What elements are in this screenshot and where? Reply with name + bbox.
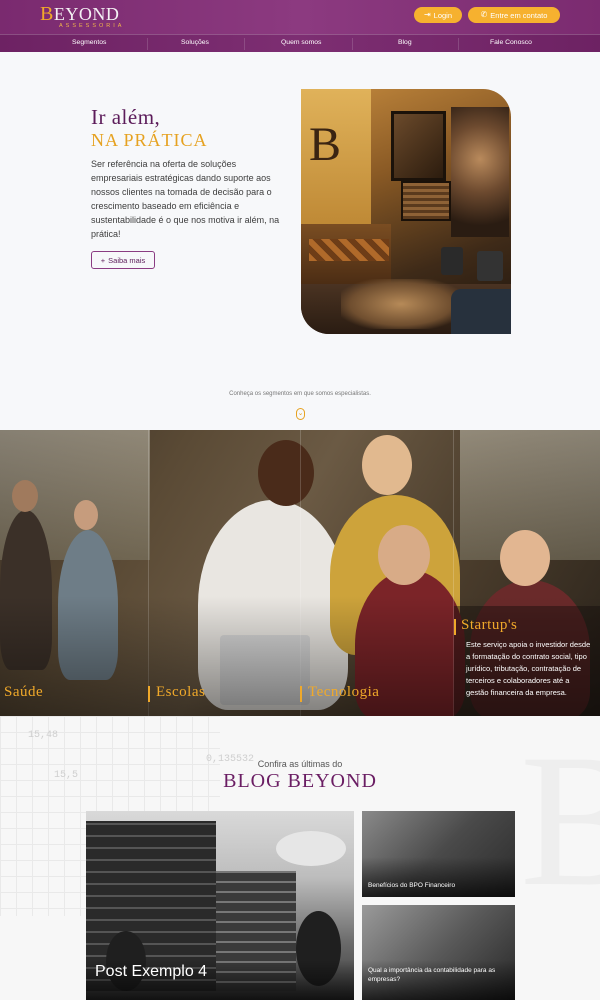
login-label: Login — [433, 10, 453, 20]
nav-item-blog[interactable]: Blog — [398, 39, 412, 46]
photo-person-head — [500, 530, 550, 586]
logo-rest: EYOND — [53, 4, 120, 24]
login-icon: ⇥ — [423, 10, 431, 19]
blog-title: BLOG BEYOND — [223, 770, 377, 792]
hero-subtitle: NA PRÁTICA — [91, 130, 208, 150]
logo-subtitle: ASSESSORIA — [59, 23, 125, 29]
top-header: BEYOND ASSESSORIA ⇥ Login ✆ Entre em con… — [0, 0, 600, 34]
photo-stool — [477, 251, 503, 281]
wall-b-logo: B — [309, 118, 342, 171]
wall-picture — [391, 111, 446, 181]
post-title[interactable]: Qual a importância da contabilidade para… — [368, 966, 508, 984]
photo-rug — [341, 279, 461, 329]
whatsapp-icon: ✆ — [480, 10, 488, 19]
post-title[interactable]: Post Exemplo 4 — [95, 963, 207, 981]
photo-cloud — [276, 831, 346, 866]
wall-picture — [401, 181, 451, 221]
photo-person-head — [362, 435, 412, 495]
logo-initial: B — [40, 3, 54, 25]
post-title[interactable]: Benefícios do BPO Financeiro — [368, 881, 508, 890]
nav-divider — [352, 38, 353, 50]
segments-intro: Conheça os segmentos em que somos especi… — [229, 391, 371, 397]
scroll-down-icon[interactable]: ⌄ — [296, 408, 305, 420]
segment-saude[interactable]: Saúde — [4, 684, 43, 701]
blog-eyebrow: Confira as últimas do — [257, 759, 343, 769]
photo-chair — [451, 289, 511, 334]
segment-startups[interactable]: Startup's — [461, 617, 517, 634]
saiba-mais-button[interactable]: + Saiba mais — [91, 251, 155, 269]
nav-item-quem-somos[interactable]: Quem somos — [281, 39, 321, 46]
hero-title: Ir além, — [91, 105, 161, 129]
photo-person-head — [258, 440, 314, 506]
nav-item-segmentos[interactable]: Segmentos — [72, 39, 106, 46]
office-photo: B — [301, 89, 511, 334]
post-shade — [362, 857, 515, 897]
contact-button[interactable]: ✆ Entre em contato — [468, 7, 560, 23]
photo-desk-pattern — [309, 239, 389, 261]
photo-person-head — [12, 480, 38, 512]
nav-divider — [147, 38, 148, 50]
nav-divider — [244, 38, 245, 50]
blog-section: 15,48 15,5 0,135532 B Confira as últimas… — [0, 716, 600, 1000]
plus-icon: + — [100, 255, 106, 265]
bg-b-watermark: B — [520, 716, 600, 926]
segment-accent-bar — [300, 686, 302, 702]
nav-item-fale-conosco[interactable]: Fale Conosco — [490, 39, 532, 46]
main-nav: Segmentos Soluções Quem somos Blog Fale … — [0, 34, 600, 52]
bg-number: 15,48 — [28, 730, 59, 741]
beyond-logo[interactable]: BEYOND ASSESSORIA — [40, 3, 122, 31]
portrait-picture — [451, 107, 509, 237]
login-button[interactable]: ⇥ Login — [414, 7, 462, 23]
segment-accent-bar — [148, 686, 150, 702]
segment-tecnologia[interactable]: Tecnologia — [308, 684, 379, 701]
hero-description: Ser referência na oferta de soluções emp… — [91, 159, 280, 239]
segment-accent-bar — [454, 619, 456, 635]
nav-divider — [458, 38, 459, 50]
saiba-mais-label: Saiba mais — [108, 255, 146, 265]
nav-item-solucoes[interactable]: Soluções — [181, 39, 209, 46]
photo-person-head — [378, 525, 430, 585]
segment-escolas[interactable]: Escolas — [156, 684, 205, 701]
startup-description: Este serviço apoia o investidor desde a … — [466, 640, 591, 697]
post-card[interactable] — [362, 905, 515, 1000]
contact-label: Entre em contato — [490, 10, 548, 20]
photo-person-head — [74, 500, 98, 530]
photo-stool — [441, 247, 463, 275]
